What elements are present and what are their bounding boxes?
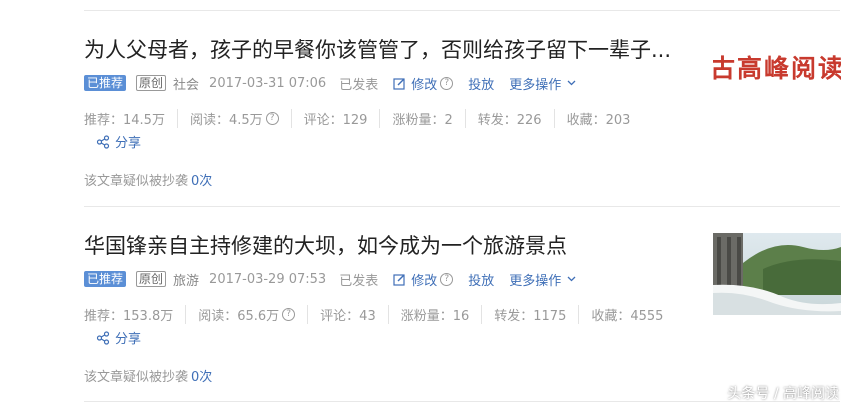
edit-icon [393,273,405,286]
publish-button[interactable]: 投放 [468,270,494,289]
edit-button[interactable]: 修改 ? [393,74,454,93]
share-icon [96,134,110,149]
share-icon [96,330,110,345]
article-meta: 已推荐 原创 旅游 2017-03-29 07:53 已发表 修改 ? 投放 更… [84,270,581,289]
dam-photo [713,233,841,315]
edit-label: 修改 [411,273,438,289]
recommended-badge: 已推荐 [84,75,127,91]
thumbnail-text: 古高峰阅读 [713,54,841,83]
more-actions-dropdown[interactable]: 更多操作 [509,74,581,93]
more-actions-dropdown[interactable]: 更多操作 [509,270,581,289]
original-badge: 原创 [136,271,167,287]
edit-label: 修改 [411,77,438,93]
publish-button[interactable]: 投放 [468,74,494,93]
plagiarism-label: 该文章疑似被抄袭 [84,370,189,385]
edit-button[interactable]: 修改 ? [393,270,454,289]
stat-comments: 评论：43 [307,304,388,324]
article-meta: 已推荐 原创 社会 2017-03-31 07:06 已发表 修改 ? 投放 更… [84,74,581,93]
share-button[interactable]: 分享 [96,132,141,151]
stat-read-value: 阅读：4.5万 [189,112,263,128]
article-thumbnail[interactable]: 古高峰阅读 [713,37,841,119]
chevron-down-icon [567,276,576,282]
stat-reposts: 转发：1175 [481,304,578,324]
help-icon[interactable]: ? [282,307,296,321]
stat-favorites: 收藏：203 [553,108,643,128]
category-label: 社会 [173,77,200,93]
share-label: 分享 [115,136,142,151]
article-title[interactable]: 华国锋亲自主持修建的大坝，如今成为一个旅游景点 [84,232,706,260]
help-icon[interactable]: ? [265,111,279,125]
plagiarism-count-link[interactable]: 0次 [191,174,212,189]
publish-date: 2017-03-29 07:53 [209,271,327,287]
help-icon[interactable]: ? [440,76,454,90]
divider [84,10,840,11]
publish-label: 投放 [468,77,495,93]
plagiarism-info: 该文章疑似被抄袭 0次 [84,170,212,189]
stat-favorites: 收藏：4555 [578,304,675,324]
stat-comments: 评论：129 [290,108,380,128]
stat-read: 阅读：65.6万? [185,304,307,324]
stat-read-value: 阅读：65.6万 [198,308,280,324]
stat-recommend: 推荐：153.8万 [84,308,174,324]
stat-reposts: 转发：226 [464,108,554,128]
plagiarism-count-link[interactable]: 0次 [191,370,212,385]
article-thumbnail[interactable] [713,233,841,315]
category-label: 旅游 [173,273,200,289]
divider [84,206,840,207]
article-stats: 推荐：14.5万 阅读：4.5万? 评论：129 涨粉量：2 转发：226 收藏… [84,108,643,128]
help-icon[interactable]: ? [440,272,454,286]
article-card: 为人父母者，孩子的早餐你该管管了，否则给孩子留下一辈子... 已推荐 原创 社会… [0,10,849,206]
status-label: 已发表 [339,77,379,93]
edit-icon [393,77,405,90]
more-actions-label: 更多操作 [509,273,562,289]
stat-followers: 涨粉量：2 [379,108,464,128]
status-label: 已发表 [339,273,379,289]
article-stats: 推荐：153.8万 阅读：65.6万? 评论：43 涨粉量：16 转发：1175… [84,304,675,324]
share-button[interactable]: 分享 [96,328,141,347]
plagiarism-label: 该文章疑似被抄袭 [84,174,189,189]
stat-read: 阅读：4.5万? [176,108,291,128]
article-card: 华国锋亲自主持修建的大坝，如今成为一个旅游景点 已推荐 原创 旅游 2017-0… [0,206,849,402]
stat-recommend: 推荐：14.5万 [84,112,165,128]
more-actions-label: 更多操作 [509,77,562,93]
original-badge: 原创 [136,75,167,91]
chevron-down-icon [567,80,576,86]
stat-followers: 涨粉量：16 [387,304,482,324]
publish-date: 2017-03-31 07:06 [209,75,327,91]
recommended-badge: 已推荐 [84,271,127,287]
publish-label: 投放 [468,273,495,289]
watermark: 头条号 / 高峰阅读 [727,386,839,402]
share-label: 分享 [115,332,142,347]
article-title[interactable]: 为人父母者，孩子的早餐你该管管了，否则给孩子留下一辈子... [84,36,706,64]
plagiarism-info: 该文章疑似被抄袭 0次 [84,366,212,385]
